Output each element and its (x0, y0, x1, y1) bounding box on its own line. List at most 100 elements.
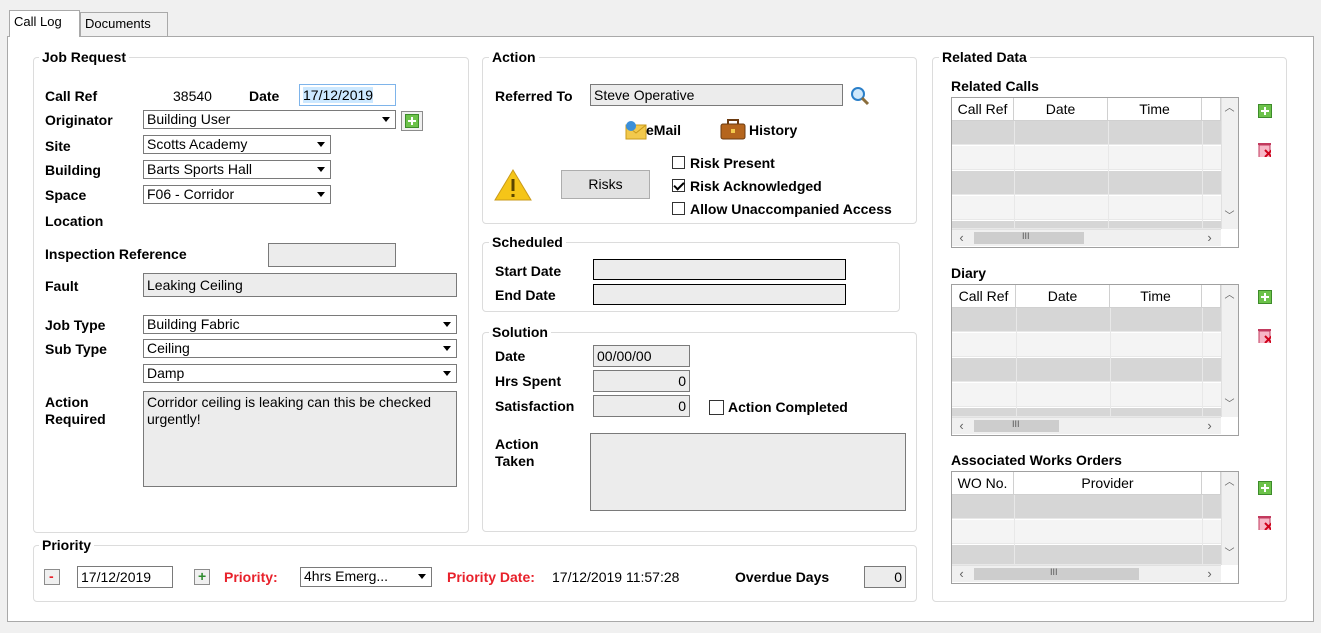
table-row[interactable] (952, 408, 1221, 417)
job-type-label: Job Type (45, 317, 106, 333)
fault-field[interactable]: Leaking Ceiling (143, 273, 457, 297)
scroll-up-icon[interactable]: ︿ (1222, 477, 1237, 489)
plus-icon (405, 114, 419, 128)
horizontal-scrollbar[interactable]: ‹ III › (952, 417, 1221, 434)
history-link[interactable]: History (749, 122, 797, 138)
risk-present-checkbox[interactable] (672, 156, 685, 169)
table-row[interactable] (952, 495, 1221, 519)
site-select[interactable]: Scotts Academy (143, 135, 331, 154)
scroll-up-icon[interactable]: ︿ (1222, 290, 1237, 302)
related-calls-grid[interactable]: Call Ref Date Time ︿ ﹀ ‹ III › (951, 97, 1239, 248)
satisfaction-field[interactable]: 0 (593, 395, 690, 417)
email-link[interactable]: eMail (646, 122, 681, 138)
decrease-priority-date-button[interactable]: - (44, 568, 60, 585)
scroll-thumb[interactable]: III (974, 567, 1139, 580)
action-completed-checkbox[interactable] (709, 400, 724, 415)
end-date-field[interactable] (593, 284, 846, 305)
table-row[interactable] (952, 171, 1221, 195)
scroll-thumb-grip: III (1012, 419, 1020, 429)
inspection-reference-label: Inspection Reference (45, 246, 187, 262)
scroll-down-icon[interactable]: ﹀ (1222, 399, 1237, 411)
space-label: Space (45, 187, 87, 203)
action-completed-label: Action Completed (728, 399, 848, 415)
scroll-thumb[interactable]: III (974, 231, 1084, 244)
referred-to-label: Referred To (495, 88, 573, 104)
originator-select[interactable]: Building User (143, 110, 396, 129)
allow-unaccompanied-checkbox[interactable] (672, 202, 685, 215)
table-row[interactable] (952, 196, 1221, 220)
table-row[interactable] (952, 221, 1221, 229)
vertical-scrollbar[interactable]: ︿ ﹀ (1221, 98, 1238, 229)
horizontal-scrollbar[interactable]: ‹ III › (952, 565, 1221, 582)
search-icon[interactable] (850, 86, 870, 106)
job-type-select[interactable]: Building Fabric (143, 315, 457, 334)
scroll-left-icon[interactable]: ‹ (954, 567, 969, 580)
delete-related-call-icon[interactable] (1257, 141, 1271, 157)
start-date-field[interactable] (593, 259, 846, 280)
chevron-down-icon (382, 117, 390, 122)
scroll-down-icon[interactable]: ﹀ (1222, 211, 1237, 223)
table-row[interactable] (952, 308, 1221, 332)
risk-acknowledged-checkbox[interactable] (672, 179, 685, 192)
vertical-scrollbar[interactable]: ︿ ﹀ (1221, 285, 1238, 417)
space-select[interactable]: F06 - Corridor (143, 185, 331, 204)
solution-date-field[interactable]: 00/00/00 (593, 345, 690, 367)
add-works-order-icon[interactable] (1258, 481, 1272, 495)
inspection-reference-field[interactable] (268, 243, 396, 267)
table-row[interactable] (952, 333, 1221, 357)
scroll-right-icon[interactable]: › (1202, 231, 1217, 244)
scroll-down-icon[interactable]: ﹀ (1222, 548, 1237, 560)
scroll-left-icon[interactable]: ‹ (954, 419, 969, 432)
add-diary-entry-icon[interactable] (1258, 290, 1272, 304)
chevron-down-icon (317, 192, 325, 197)
sub-type-2-select[interactable]: Damp (143, 364, 457, 383)
warning-icon (494, 169, 532, 201)
table-row[interactable] (952, 520, 1221, 544)
works-orders-grid[interactable]: WO No. Provider ︿ ﹀ ‹ III › (951, 471, 1239, 584)
overdue-days-field[interactable]: 0 (864, 566, 906, 588)
action-required-textarea[interactable]: Corridor ceiling is leaking can this be … (143, 391, 457, 487)
priority-select[interactable]: 4hrs Emerg... (300, 567, 432, 587)
risks-button[interactable]: Risks (561, 170, 650, 199)
delete-diary-entry-icon[interactable] (1257, 327, 1271, 343)
referred-to-field[interactable]: Steve Operative (590, 84, 843, 106)
scroll-right-icon[interactable]: › (1202, 567, 1217, 580)
risk-acknowledged-label: Risk Acknowledged (690, 178, 822, 194)
column-header[interactable]: Call Ref (952, 285, 1016, 308)
column-header[interactable]: Date (1016, 285, 1110, 308)
table-row[interactable] (952, 146, 1221, 170)
action-taken-label-1: Action (495, 436, 539, 452)
table-row[interactable] (952, 121, 1221, 145)
table-row[interactable] (952, 545, 1221, 565)
date-field-value: 17/12/2019 (303, 87, 374, 103)
delete-works-order-icon[interactable] (1257, 514, 1271, 530)
priority-date-field[interactable]: 17/12/2019 (77, 566, 173, 588)
scroll-right-icon[interactable]: › (1202, 419, 1217, 432)
add-related-call-icon[interactable] (1258, 104, 1272, 118)
add-originator-button[interactable] (401, 111, 423, 131)
scroll-up-icon[interactable]: ︿ (1222, 103, 1237, 115)
scroll-thumb[interactable]: III (974, 419, 1059, 432)
column-header[interactable]: Call Ref (952, 98, 1014, 121)
table-row[interactable] (952, 358, 1221, 382)
action-required-line-1: Corridor ceiling is leaking can this be … (147, 394, 432, 410)
column-header[interactable]: WO No. (952, 472, 1014, 495)
table-row[interactable] (952, 383, 1221, 407)
diary-grid[interactable]: Call Ref Date Time ︿ ﹀ ‹ III › (951, 284, 1239, 436)
vertical-scrollbar[interactable]: ︿ ﹀ (1221, 472, 1238, 565)
tab-documents[interactable]: Documents (80, 12, 168, 36)
column-header[interactable]: Date (1014, 98, 1108, 121)
column-header[interactable]: Provider (1014, 472, 1202, 495)
column-header[interactable]: Time (1110, 285, 1202, 308)
increase-priority-date-button[interactable]: + (194, 568, 210, 585)
column-header-filler (1202, 285, 1221, 308)
column-header[interactable]: Time (1108, 98, 1202, 121)
hrs-spent-field[interactable]: 0 (593, 370, 690, 392)
horizontal-scrollbar[interactable]: ‹ III › (952, 229, 1221, 246)
scroll-left-icon[interactable]: ‹ (954, 231, 969, 244)
tab-call-log[interactable]: Call Log (9, 10, 80, 37)
sub-type-select[interactable]: Ceiling (143, 339, 457, 358)
date-field[interactable]: 17/12/2019 (299, 84, 396, 106)
action-taken-textarea[interactable] (590, 433, 906, 511)
building-select[interactable]: Barts Sports Hall (143, 160, 331, 179)
